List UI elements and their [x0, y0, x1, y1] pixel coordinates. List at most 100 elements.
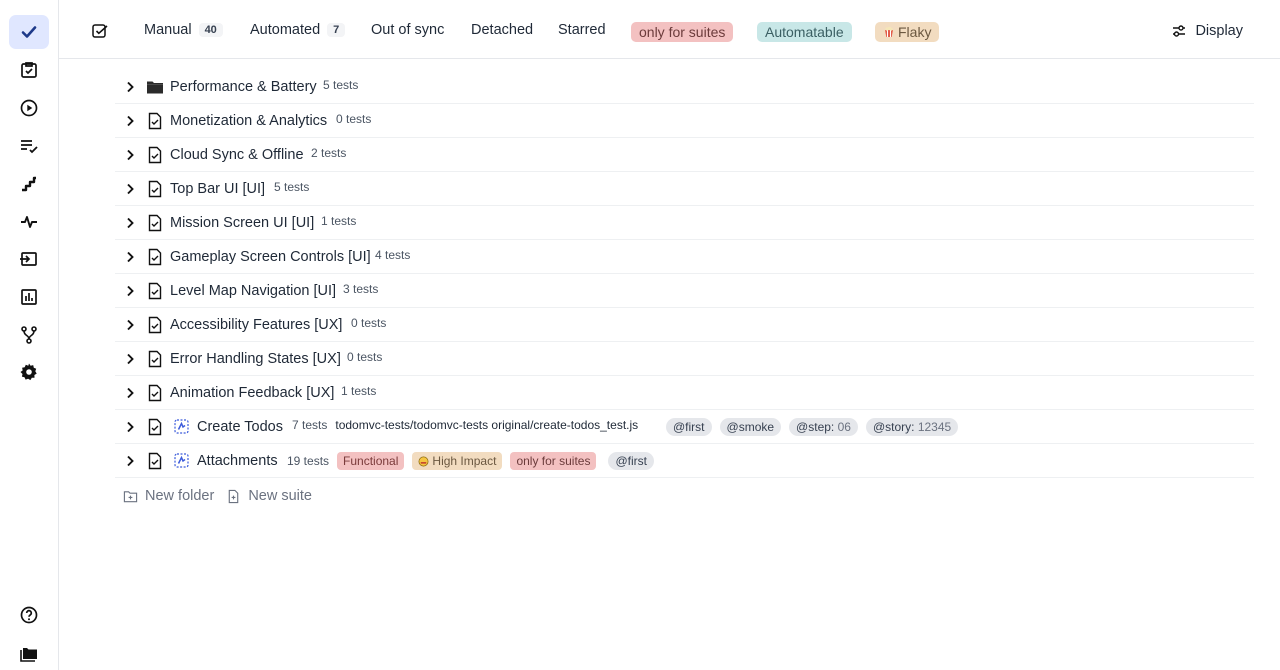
- tab-starred[interactable]: Starred: [558, 18, 606, 42]
- tree-row[interactable]: Level Map Navigation [UI] 3 tests: [115, 274, 1254, 308]
- tree-row[interactable]: Error Handling States [UX] 0 tests: [115, 342, 1254, 376]
- tree-row[interactable]: Performance & Battery 5 tests: [115, 70, 1254, 104]
- sidebar-tests-button[interactable]: [9, 15, 49, 49]
- tree-row[interactable]: Gameplay Screen Controls [UI] 4 tests: [115, 240, 1254, 274]
- sidebar-import-button[interactable]: [9, 242, 49, 276]
- file-path: todomvc-tests/todomvc-tests original/cre…: [335, 418, 639, 432]
- filter-pill-only-for-suites[interactable]: only for suites: [631, 22, 734, 42]
- tree-row[interactable]: Cloud Sync & Offline 2 tests: [115, 138, 1254, 172]
- test-count: 1 tests: [341, 384, 377, 398]
- tag-value: 12345: [917, 420, 952, 434]
- chevron-right-icon[interactable]: [123, 318, 137, 332]
- suite-title[interactable]: Attachments: [197, 453, 278, 469]
- sidebar-pulse-button[interactable]: [9, 205, 49, 239]
- chevron-right-icon[interactable]: [123, 420, 137, 434]
- tag-name: @step:: [796, 420, 835, 434]
- tag-smoke[interactable]: @smoke: [719, 418, 782, 436]
- popcorn-icon: [885, 26, 893, 37]
- new-folder-button[interactable]: New folder: [123, 488, 214, 504]
- chevron-right-icon[interactable]: [123, 284, 137, 298]
- suite-title[interactable]: Error Handling States [UX]: [170, 351, 341, 367]
- bar-chart-icon: [21, 289, 37, 305]
- test-count: 1 tests: [321, 214, 357, 228]
- pulse-icon: [21, 216, 37, 228]
- tag-name: @first: [615, 454, 647, 468]
- pill-label: Flaky: [898, 24, 932, 40]
- new-suite-button[interactable]: New suite: [226, 488, 312, 504]
- tab-detached[interactable]: Detached: [471, 18, 533, 42]
- tab-count: 40: [198, 23, 223, 37]
- test-count: 4 tests: [375, 248, 411, 262]
- suite-title[interactable]: Monetization & Analytics: [170, 113, 327, 129]
- tag-first[interactable]: @first: [666, 418, 712, 436]
- new-folder-label: New folder: [145, 488, 215, 504]
- list-check-icon: [21, 140, 38, 154]
- suite-title[interactable]: Mission Screen UI [UI]: [170, 215, 314, 231]
- suite-title[interactable]: Top Bar UI [UI]: [170, 181, 265, 197]
- chevron-right-icon[interactable]: [123, 250, 137, 264]
- checkbox-check-icon: [92, 24, 108, 38]
- suite-title[interactable]: Create Todos: [197, 419, 283, 435]
- select-all-checkbox[interactable]: [92, 23, 108, 39]
- tab-out-of-sync[interactable]: Out of sync: [371, 18, 444, 42]
- filter-pill-flaky[interactable]: Flaky: [875, 22, 940, 42]
- sidebar-runs-button[interactable]: [9, 91, 49, 125]
- chevron-right-icon[interactable]: [123, 386, 137, 400]
- suite-icon: [148, 384, 162, 402]
- chevron-right-icon[interactable]: [123, 216, 137, 230]
- suite-title[interactable]: Cloud Sync & Offline: [170, 147, 304, 163]
- import-icon: [20, 252, 37, 266]
- label-functional[interactable]: Functional: [337, 452, 405, 470]
- tag-value: 06: [837, 420, 851, 434]
- chevron-right-icon[interactable]: [123, 114, 137, 128]
- display-button[interactable]: Display: [1171, 18, 1243, 44]
- tab-manual[interactable]: Manual 40: [144, 18, 223, 42]
- test-count: 7 tests: [292, 418, 328, 432]
- sidebar-steps-button[interactable]: [9, 167, 49, 201]
- tag-name: @story:: [872, 420, 915, 434]
- chevron-right-icon[interactable]: [123, 454, 137, 468]
- tag-name: @smoke: [726, 420, 775, 434]
- new-suite-label: New suite: [248, 488, 312, 504]
- suite-title[interactable]: Level Map Navigation [UI]: [170, 283, 336, 299]
- sidebar-checklist-button[interactable]: [9, 129, 49, 163]
- sidebar-branches-button[interactable]: [9, 318, 49, 352]
- label-only-for-suites[interactable]: only for suites: [510, 452, 597, 470]
- suite-icon: [148, 248, 162, 266]
- tree-row[interactable]: Animation Feedback [UX] 1 tests: [115, 376, 1254, 410]
- sidebar-projects-button[interactable]: [9, 636, 49, 670]
- sidebar-analytics-button[interactable]: [9, 280, 49, 314]
- tree-row[interactable]: Accessibility Features [UX] 0 tests: [115, 308, 1254, 342]
- suite-title[interactable]: Accessibility Features [UX]: [170, 317, 342, 333]
- suite-icon: [148, 418, 162, 436]
- tag-step[interactable]: @step: 06: [789, 418, 858, 436]
- chevron-right-icon[interactable]: [123, 352, 137, 366]
- tag-story[interactable]: @story: 12345: [865, 418, 959, 436]
- tree-row[interactable]: Attachments 19 tests Functional High Imp…: [115, 444, 1254, 478]
- tag-first[interactable]: @first: [608, 452, 654, 470]
- pill-label: Automatable: [765, 24, 844, 40]
- label-high-impact[interactable]: High Impact: [412, 452, 503, 470]
- suite-title[interactable]: Gameplay Screen Controls [UI]: [170, 249, 371, 265]
- filter-pill-automatable[interactable]: Automatable: [757, 22, 852, 42]
- tab-automated[interactable]: Automated 7: [250, 18, 346, 42]
- sidebar-plans-button[interactable]: [9, 53, 49, 87]
- suite-title[interactable]: Animation Feedback [UX]: [170, 385, 334, 401]
- chevron-right-icon[interactable]: [123, 182, 137, 196]
- test-count: 0 tests: [347, 350, 383, 364]
- tree-row[interactable]: Create Todos 7 tests todomvc-tests/todom…: [115, 410, 1254, 444]
- git-branch-icon: [21, 326, 37, 344]
- suite-title[interactable]: Performance & Battery: [170, 79, 317, 95]
- chevron-right-icon[interactable]: [123, 80, 137, 94]
- tree-row[interactable]: Top Bar UI [UI] 5 tests: [115, 172, 1254, 206]
- tree-row[interactable]: Mission Screen UI [UI] 1 tests: [115, 206, 1254, 240]
- sidebar-help-button[interactable]: [9, 598, 49, 632]
- pill-label: only for suites: [639, 24, 726, 40]
- chevron-right-icon[interactable]: [123, 148, 137, 162]
- test-count: 3 tests: [343, 282, 379, 296]
- sliders-icon: [1173, 25, 1186, 37]
- sidebar-settings-button[interactable]: [9, 355, 49, 389]
- label-text: High Impact: [432, 454, 497, 468]
- top-bar: Manual 40 Automated 7 Out of sync Detach…: [59, 0, 1280, 59]
- tree-row[interactable]: Monetization & Analytics 0 tests: [115, 104, 1254, 138]
